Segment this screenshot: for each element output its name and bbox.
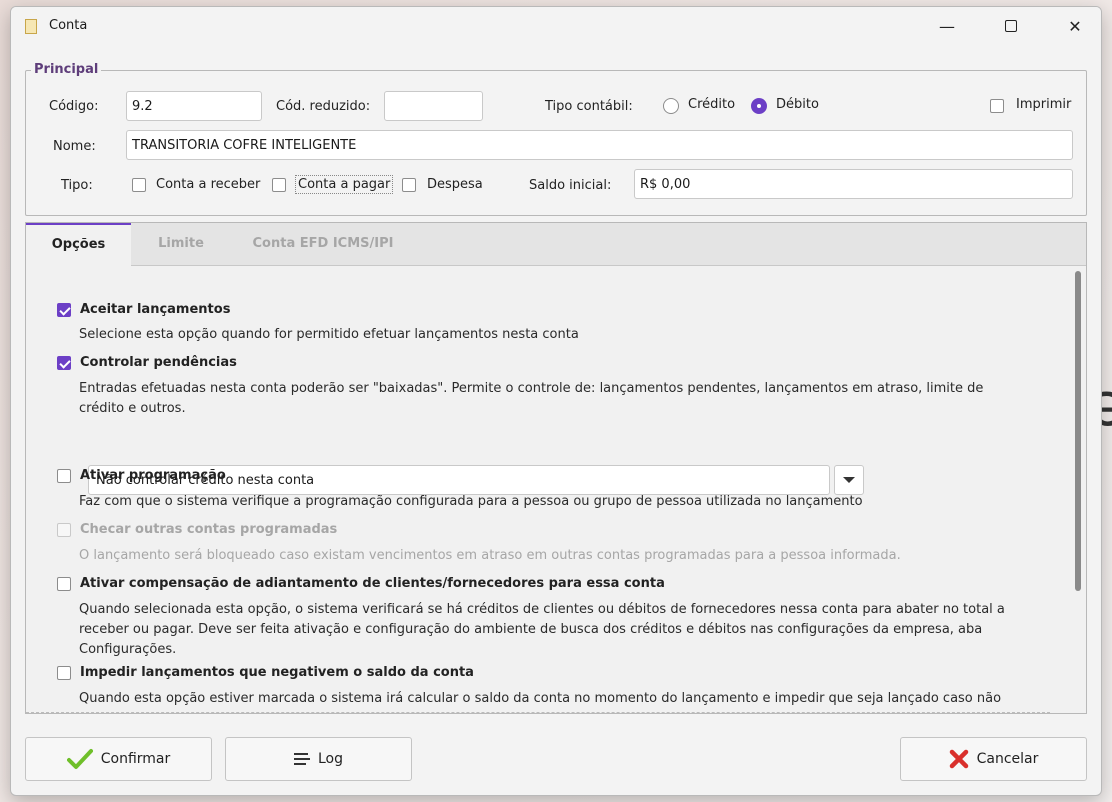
checar-contas-desc: O lançamento será bloqueado caso existam… bbox=[79, 548, 901, 563]
tab-opcoes[interactable]: Opções bbox=[26, 223, 131, 267]
tab-conta-efd[interactable]: Conta EFD ICMS/IPI bbox=[248, 223, 398, 265]
checkmark-icon bbox=[66, 749, 93, 769]
ativar-compensacao-desc-2: receber ou pagar. Deve ser feita ativaçã… bbox=[79, 622, 983, 637]
impedir-negativo-title: Impedir lançamentos que negativem o sald… bbox=[80, 665, 474, 680]
nome-field[interactable]: TRANSITORIA COFRE INTELIGENTE bbox=[126, 130, 1073, 160]
ativar-compensacao-desc-1: Quando selecionada esta opção, o sistema… bbox=[79, 602, 1005, 617]
tipo-contabil-label: Tipo contábil: bbox=[545, 99, 633, 114]
codigo-field[interactable]: 9.2 bbox=[126, 91, 262, 121]
conta-pagar-label: Conta a pagar bbox=[295, 175, 394, 194]
cancelar-button[interactable]: Cancelar bbox=[900, 737, 1087, 781]
panel-bottom-divider bbox=[26, 712, 1050, 713]
options-scrollbar[interactable] bbox=[1074, 271, 1082, 707]
options-tabs: Opções Limite Conta EFD ICMS/IPI Aceitar… bbox=[25, 222, 1087, 714]
tab-bar: Opções Limite Conta EFD ICMS/IPI bbox=[26, 223, 1086, 267]
impedir-negativo-checkbox[interactable] bbox=[57, 666, 71, 680]
principal-group-title: Principal bbox=[31, 62, 102, 77]
aceitar-lancamentos-desc: Selecione esta opção quando for permitid… bbox=[79, 327, 579, 342]
controlar-pendencias-title: Controlar pendências bbox=[80, 355, 237, 370]
minimize-button[interactable]: — bbox=[924, 7, 970, 45]
conta-pagar-checkbox[interactable] bbox=[272, 178, 286, 192]
list-icon bbox=[293, 753, 310, 765]
checar-contas-title: Checar outras contas programadas bbox=[80, 522, 338, 537]
credito-radio[interactable] bbox=[663, 98, 679, 114]
confirmar-button[interactable]: Confirmar bbox=[25, 737, 212, 781]
ativar-programacao-desc: Faz com que o sistema verifique a progra… bbox=[79, 494, 863, 509]
controlar-pendencias-desc-2: crédito e outros. bbox=[79, 401, 186, 416]
aceitar-lancamentos-checkbox[interactable] bbox=[57, 303, 71, 317]
log-button[interactable]: Log bbox=[225, 737, 412, 781]
ativar-compensacao-checkbox[interactable] bbox=[57, 577, 71, 591]
minimize-icon: — bbox=[939, 16, 955, 36]
saldo-inicial-field[interactable]: R$ 0,00 bbox=[634, 169, 1073, 199]
ativar-programacao-checkbox[interactable] bbox=[57, 469, 71, 483]
maximize-button[interactable] bbox=[988, 7, 1034, 45]
log-label: Log bbox=[317, 751, 343, 767]
controlar-pendencias-checkbox[interactable] bbox=[57, 356, 71, 370]
cod-reduzido-label: Cód. reduzido: bbox=[276, 99, 371, 114]
tab-limite[interactable]: Limite bbox=[146, 223, 216, 265]
nome-label: Nome: bbox=[53, 139, 96, 154]
cancel-x-icon bbox=[949, 749, 968, 769]
controlar-pendencias-desc-1: Entradas efetuadas nesta conta poderão s… bbox=[79, 381, 984, 396]
despesa-checkbox[interactable] bbox=[402, 178, 416, 192]
scrollbar-thumb[interactable] bbox=[1075, 271, 1081, 591]
cod-reduzido-field[interactable] bbox=[384, 91, 483, 121]
confirmar-label: Confirmar bbox=[100, 751, 171, 767]
debito-label: Débito bbox=[776, 97, 819, 112]
saldo-inicial-label: Saldo inicial: bbox=[529, 178, 612, 193]
ativar-compensacao-title: Ativar compensação de adiantamento de cl… bbox=[80, 576, 665, 591]
conta-receber-label: Conta a receber bbox=[156, 177, 261, 192]
conta-dialog: Conta — ✕ Principal Código: 9.2 Cód. red… bbox=[10, 6, 1102, 796]
app-icon bbox=[25, 19, 37, 34]
window-title: Conta bbox=[49, 18, 88, 33]
conta-receber-checkbox[interactable] bbox=[132, 178, 146, 192]
close-icon: ✕ bbox=[1068, 16, 1082, 36]
despesa-label: Despesa bbox=[427, 177, 483, 192]
impedir-negativo-desc: Quando esta opção estiver marcada o sist… bbox=[79, 691, 1002, 706]
credit-control-dropdown-button[interactable] bbox=[834, 465, 864, 495]
title-bar: Conta — ✕ bbox=[11, 7, 1101, 45]
aceitar-lancamentos-title: Aceitar lançamentos bbox=[80, 302, 231, 317]
tipo-label: Tipo: bbox=[61, 178, 93, 193]
cancelar-label: Cancelar bbox=[976, 751, 1039, 767]
codigo-label: Código: bbox=[49, 99, 99, 114]
chevron-down-icon bbox=[843, 477, 855, 483]
close-button[interactable]: ✕ bbox=[1052, 7, 1098, 45]
checar-contas-checkbox[interactable] bbox=[57, 523, 71, 537]
options-panel: Aceitar lançamentos Selecione esta opção… bbox=[26, 266, 1068, 713]
imprimir-label: Imprimir bbox=[1016, 97, 1072, 112]
imprimir-checkbox[interactable] bbox=[990, 99, 1004, 113]
credito-label: Crédito bbox=[688, 97, 736, 112]
ativar-compensacao-desc-3: Configurações. bbox=[79, 642, 177, 657]
ativar-programacao-title: Ativar programação bbox=[80, 468, 226, 483]
maximize-icon bbox=[1005, 20, 1017, 32]
debito-radio[interactable] bbox=[751, 98, 767, 114]
